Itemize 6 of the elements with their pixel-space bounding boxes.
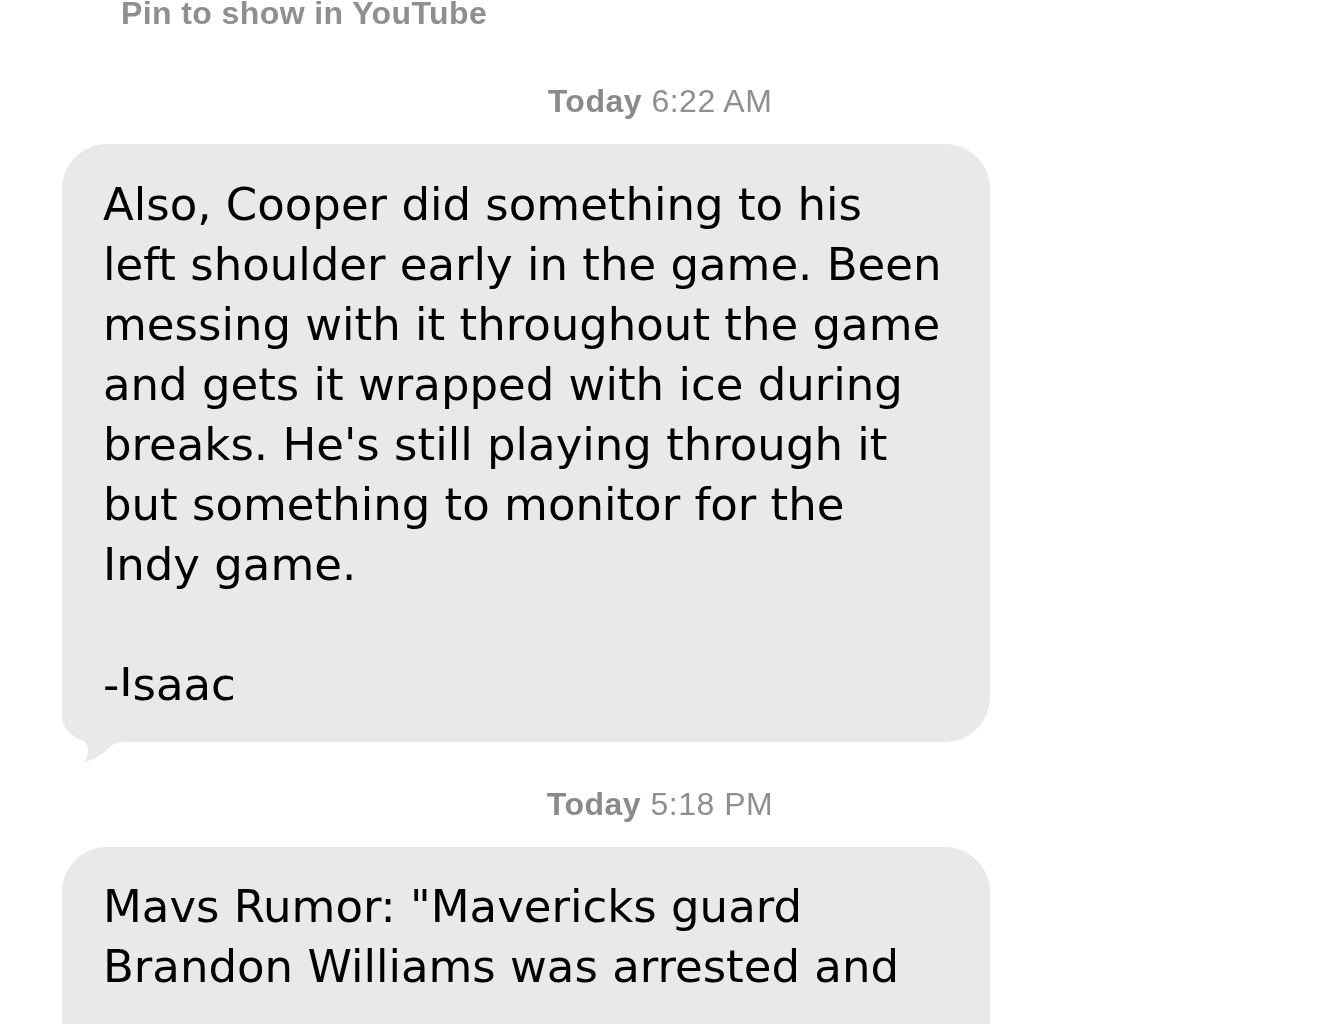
timestamp: Today 6:22 AM <box>547 82 773 121</box>
message-text: -Isaac <box>103 657 237 713</box>
pinned-note: Pin to show in YouTube <box>121 0 488 29</box>
timestamp: Today 5:18 PM <box>546 785 774 824</box>
message-text: Mavs Rumor: "Mavericks guard Brandon Williams was arrested and <box>103 879 900 995</box>
message-text: Also, Cooper did something to his left shoulder early in the game. Been messing with it throughout the game and gets it wrapped with ice during breaks. He's still playing through it but something to monitor for the Indy game. <box>103 177 943 593</box>
